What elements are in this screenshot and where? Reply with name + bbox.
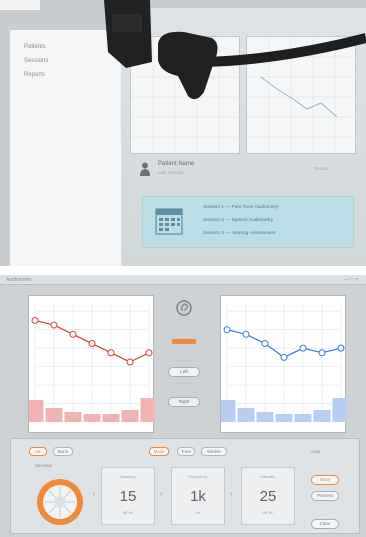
threshold-point <box>145 349 153 357</box>
person-icon <box>140 162 150 176</box>
frequency-label: Frequency <box>188 474 208 479</box>
threshold-point <box>318 349 326 357</box>
frequency-field[interactable]: Frequency 1k Hz <box>171 467 225 525</box>
hearing-band-bar <box>275 414 293 422</box>
patient-subtitle: Last Session <box>158 170 184 175</box>
software-overview-photo: Patients Sessions Reports Patient Name L… <box>0 0 366 266</box>
clear-button[interactable]: Clear <box>311 519 339 529</box>
session-item[interactable]: Session 3 — Hearing Assessment <box>203 231 276 236</box>
chevron-left-icon[interactable]: ‹ <box>93 491 95 498</box>
window-controls[interactable]: — □ × <box>344 277 358 283</box>
hearing-band-bar <box>64 412 82 422</box>
threshold-point <box>88 340 96 348</box>
audiogram-left-svg <box>29 302 155 423</box>
air-conduction-chip[interactable]: Air <box>29 447 47 456</box>
chevron-right-icon[interactable]: › <box>230 491 232 498</box>
threshold-point <box>126 358 134 366</box>
masking-field[interactable]: Masking 15 dB HL <box>101 467 155 525</box>
threshold-point <box>223 326 231 334</box>
hearing-band-bar <box>237 408 255 422</box>
threshold-point <box>261 340 269 348</box>
stimulus-label: Stimulus <box>35 463 53 468</box>
masking-unit: dB HL <box>122 510 134 515</box>
chevron-right-icon[interactable]: › <box>160 491 162 498</box>
details-label: Details <box>314 166 328 171</box>
bone-conduction-chip[interactable]: Bone <box>53 447 73 456</box>
session-item[interactable]: Session 2 — Speech Audiometry <box>203 218 273 223</box>
session-item[interactable]: Session 1 — Pure Tone Audiometry <box>203 205 279 210</box>
ear-selector-panel: Left Right <box>160 299 208 429</box>
parameter-steppers: ‹ Masking 15 dB HL › Frequency 1k Hz › I… <box>93 467 305 525</box>
hearing-band-bar <box>140 398 155 422</box>
audiogram-left-ear <box>28 295 155 433</box>
threshold-point <box>107 349 115 357</box>
auto-label: Auto <box>311 449 321 454</box>
hearing-band-bar <box>256 412 274 422</box>
active-ear-indicator <box>172 339 196 344</box>
calendar-icon <box>155 208 183 235</box>
hearing-band-bar <box>121 410 139 422</box>
image-divider <box>0 267 366 275</box>
hearing-band-bar <box>45 408 63 422</box>
frequency-unit: Hz <box>195 510 201 515</box>
masking-label: Masking <box>120 474 136 479</box>
audiogram-right-svg <box>221 302 347 423</box>
threshold-point <box>337 344 345 352</box>
hearing-band-bar <box>29 400 44 422</box>
intensity-knob-icon[interactable] <box>35 477 85 527</box>
hearing-band-bar <box>332 398 347 422</box>
intensity-unit: dB HL <box>262 510 274 515</box>
present-button[interactable]: Present <box>311 491 339 501</box>
hearing-band-bar <box>313 410 331 422</box>
audiometer-window: Audiometer — □ × Left Right Air Bone Mas… <box>0 275 366 537</box>
masking-value: 15 <box>119 488 137 505</box>
threshold-point <box>299 344 307 352</box>
control-panel: Air Bone Mask Tone Warble Stimulus Auto … <box>10 438 360 534</box>
ear-icon <box>176 300 192 316</box>
hearing-band-bar <box>83 414 101 422</box>
hearing-band-bar <box>102 414 120 422</box>
hearing-band-bar <box>221 400 236 422</box>
audiogram-right-ear <box>220 295 347 433</box>
threshold-point <box>31 316 39 324</box>
tone-chip[interactable]: Tone <box>177 447 195 456</box>
threshold-point <box>242 330 250 338</box>
left-ear-button[interactable]: Left <box>168 367 200 377</box>
warble-chip[interactable]: Warble <box>201 447 227 456</box>
threshold-point <box>69 330 77 338</box>
intensity-label: Intensity <box>260 474 276 479</box>
session-list-panel: Session 1 — Pure Tone Audiometry Session… <box>142 196 354 248</box>
right-ear-button[interactable]: Right <box>168 397 200 407</box>
headphone-cable-icon <box>0 0 366 100</box>
window-title: Audiometer <box>6 277 32 283</box>
hearing-band-bar <box>294 414 312 422</box>
intensity-field[interactable]: Intensity 25 dB HL <box>241 467 295 525</box>
title-bar: Audiometer — □ × <box>0 275 366 285</box>
intensity-value: 25 <box>259 488 277 505</box>
frequency-value: 1k <box>190 488 206 505</box>
patient-name: Patient Name <box>158 161 195 167</box>
masking-chip[interactable]: Mask <box>149 447 169 456</box>
store-button[interactable]: Store <box>311 475 339 485</box>
threshold-point <box>50 321 58 329</box>
threshold-point <box>280 353 288 361</box>
